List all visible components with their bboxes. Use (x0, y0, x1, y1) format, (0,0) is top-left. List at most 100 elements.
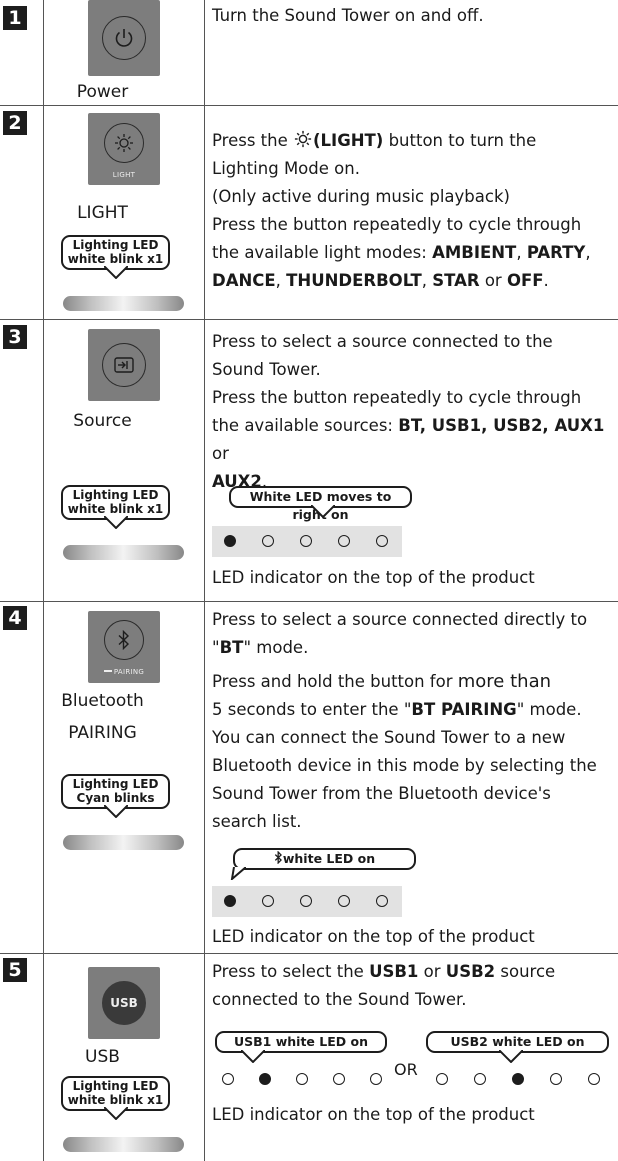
mode-name: THUNDERBOLT (286, 271, 422, 290)
usb-label: USB (85, 1047, 120, 1067)
usb2-name: USB2 (445, 962, 496, 981)
led-dot-off (262, 535, 274, 547)
row-number-3: 3 (3, 325, 27, 349)
bubble-line: white blink x1 (67, 252, 164, 266)
lighting-bar (63, 1137, 184, 1152)
bubble-tail (104, 266, 128, 279)
bubble-tail (104, 1107, 128, 1120)
desc-line: (Only active during music playback) (212, 187, 510, 206)
led-dot-off (222, 1073, 234, 1085)
desc-text: the available sources: (212, 416, 399, 435)
led-dot-off (376, 535, 388, 547)
lighting-led-bubble: Lighting LED Cyan blinks (61, 774, 170, 809)
desc-bold: (LIGHT) (313, 131, 384, 150)
bubble-tail (230, 867, 246, 880)
bubble-line: Lighting LED (72, 238, 159, 252)
led-dot-off (338, 895, 350, 907)
bubble-tail (311, 505, 335, 518)
usb1-name: USB1 (369, 962, 419, 981)
lighting-bar (63, 545, 184, 560)
light-description: Press the (LIGHT) button to turn the Lig… (212, 127, 612, 295)
source-icon (102, 343, 146, 387)
led-caption: LED indicator on the top of the product (212, 568, 535, 587)
source-names: BT, USB1, USB2, AUX1 (398, 416, 605, 435)
led-dot-off (376, 895, 388, 907)
desc-text: Press the (212, 131, 293, 150)
led-dot-off (550, 1073, 562, 1085)
desc-text: " mode. (243, 638, 309, 657)
desc-line: Press the (LIGHT) button to turn the (212, 127, 612, 155)
desc-line: Sound Tower from the Bluetooth device's (212, 784, 551, 803)
desc-line: connected to the Sound Tower. (212, 990, 467, 1009)
mode-name: PARTY (526, 243, 586, 262)
bubble-line: white blink x1 (67, 502, 164, 516)
desc-line: Press and hold the button for more than (212, 668, 612, 696)
desc-line: the available sources: BT, USB1, USB2, A… (212, 412, 612, 468)
lighting-bar (63, 296, 184, 311)
bubble-tail (104, 805, 128, 818)
desc-text: Press and hold the button for (212, 672, 458, 691)
bt-pairing-mode: BT PAIRING (411, 700, 517, 719)
usb-icon: USB (102, 981, 146, 1025)
bubble-line: Lighting LED (72, 1079, 159, 1093)
desc-line: Press the button repeatedly to cycle thr… (212, 215, 582, 234)
power-button (88, 0, 160, 76)
desc-line: Press to select the USB1 or USB2 source (212, 958, 612, 986)
desc-line: search list. (212, 812, 302, 831)
bubble-line: Lighting LED (72, 488, 159, 502)
bluetooth-description: Press to select a source connected direc… (212, 606, 612, 836)
led-dot-on (224, 535, 236, 547)
desc-line: the available light modes: AMBIENT, PART… (212, 243, 591, 262)
usb1-led-strip (212, 1064, 392, 1095)
source-description: Press to select a source connected to th… (212, 328, 612, 496)
desc-line: Press the button repeatedly to cycle thr… (212, 388, 582, 407)
desc-line: DANCE, THUNDERBOLT, STAR or OFF. (212, 271, 549, 290)
light-button: LIGHT (88, 113, 160, 185)
source-label: Source (73, 411, 132, 431)
desc-line: 5 seconds to enter the "BT PAIRING" mode… (212, 696, 612, 724)
row-divider (0, 953, 618, 954)
led-indicator-strip (212, 886, 402, 917)
desc-text: or (479, 271, 507, 290)
desc-text: button to turn the (383, 131, 537, 150)
led-dot-on (224, 895, 236, 907)
bluetooth-small-icon (274, 850, 282, 865)
bluetooth-label: Bluetooth PAIRING (50, 688, 155, 747)
lighting-led-bubble: Lighting LED white blink x1 (61, 1076, 170, 1111)
desc-text: or (418, 962, 446, 981)
desc-text: the available light modes: (212, 243, 433, 262)
bubble-tail (104, 516, 128, 529)
light-button-sublabel: LIGHT (112, 171, 136, 179)
bubble-line: white blink x1 (67, 1093, 164, 1107)
usb2-led-strip (426, 1064, 610, 1095)
led-dot-off (300, 535, 312, 547)
led-caption: LED indicator on the top of the product (212, 927, 535, 946)
desc-line: Bluetooth device in this mode by selecti… (212, 756, 597, 775)
row-number-4: 4 (3, 606, 27, 630)
light-icon (104, 123, 144, 163)
lighting-led-bubble: Lighting LED white blink x1 (61, 485, 170, 520)
power-description: Turn the Sound Tower on and off. (212, 6, 484, 25)
desc-text: " (212, 638, 220, 657)
bubble-line: Cyan blinks (76, 791, 155, 805)
usb-icon-text: USB (110, 996, 138, 1010)
desc-text: Press to select the (212, 962, 370, 981)
led-bubble-text: white LED on (282, 851, 376, 866)
led-caption: LED indicator on the top of the product (212, 1105, 535, 1124)
led-dot-on (512, 1073, 524, 1085)
source-button (88, 329, 160, 401)
column-divider (43, 0, 44, 1161)
pairing-text: PAIRING (113, 668, 145, 676)
button-function-table: 1 Power Turn the Sound Tower on and off.… (0, 0, 618, 1161)
led-dot-off (296, 1073, 308, 1085)
label-line: Bluetooth (61, 691, 144, 711)
led-dot-off (474, 1073, 486, 1085)
led-dot-off (333, 1073, 345, 1085)
desc-text: source (495, 962, 556, 981)
column-divider (204, 0, 205, 1161)
mode-name: DANCE (212, 271, 276, 290)
mode-name: STAR (432, 271, 480, 290)
row-number-1: 1 (3, 6, 27, 30)
desc-text: or (212, 444, 229, 463)
led-dot-off (370, 1073, 382, 1085)
